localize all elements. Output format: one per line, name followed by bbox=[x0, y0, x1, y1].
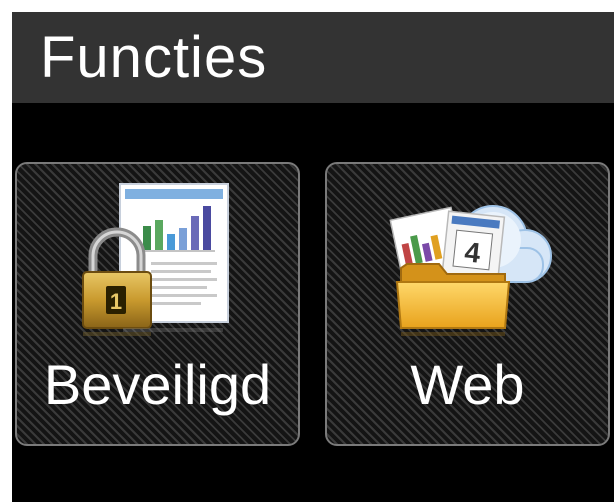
screen: Functies 1 Beveiligd 4 Web bbox=[0, 0, 614, 502]
secure-print-label: Beveiligd bbox=[43, 353, 272, 416]
page-title: Functies bbox=[40, 25, 268, 90]
web-folder-icon: 4 bbox=[388, 205, 552, 336]
secure-print-icon: 1 bbox=[81, 183, 229, 336]
web-label: Web bbox=[410, 353, 525, 416]
header-bar: Functies bbox=[12, 12, 614, 103]
lcd-display: Functies 1 Beveiligd 4 Web bbox=[12, 12, 614, 502]
secure-print-button[interactable]: 1 Beveiligd bbox=[15, 162, 300, 446]
web-button[interactable]: 4 Web bbox=[325, 162, 610, 446]
svg-text:1: 1 bbox=[109, 289, 121, 314]
